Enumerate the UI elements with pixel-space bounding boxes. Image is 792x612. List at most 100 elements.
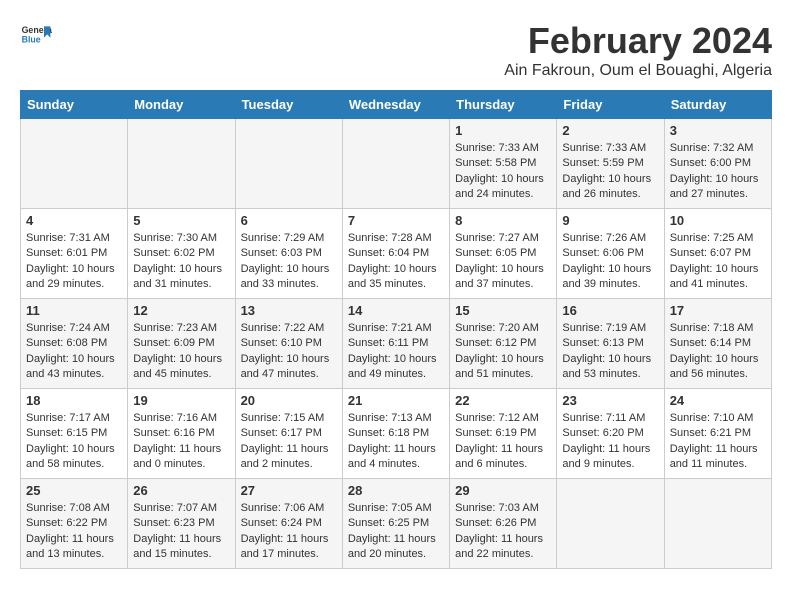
calendar-cell [21, 119, 128, 209]
header-saturday: Saturday [664, 91, 771, 119]
day-number: 10 [670, 213, 766, 228]
day-info: Sunrise: 7:19 AMSunset: 6:13 PMDaylight:… [562, 321, 658, 383]
day-number: 11 [26, 303, 122, 318]
calendar-cell: 5Sunrise: 7:30 AMSunset: 6:02 PMDaylight… [128, 209, 235, 299]
page-title: February 2024 [504, 20, 772, 62]
calendar-cell [128, 119, 235, 209]
day-info: Sunrise: 7:15 AMSunset: 6:17 PMDaylight:… [241, 411, 337, 473]
calendar-week-row: 11 Sunrise: 7:24 AMSunset: 6:08 PMDayligh… [21, 299, 772, 389]
calendar-cell: 18Sunrise: 7:17 AMSunset: 6:15 PMDayligh… [21, 389, 128, 479]
day-info: Sunrise: 7:11 AMSunset: 6:20 PMDaylight:… [562, 411, 658, 473]
day-info: Sunrise: 7:24 AMSunset: 6:08 PMDaylight:… [26, 321, 122, 383]
calendar-cell: 1 Sunrise: 7:33 AMSunset: 5:58 PMDaylight… [450, 119, 557, 209]
day-number: 15 [455, 303, 551, 318]
day-number: 24 [670, 393, 766, 408]
day-number: 19 [133, 393, 229, 408]
day-number: 29 [455, 483, 551, 498]
day-info: Sunrise: 7:27 AMSunset: 6:05 PMDaylight:… [455, 231, 551, 293]
calendar-week-row: 4 Sunrise: 7:31 AMSunset: 6:01 PMDaylight… [21, 209, 772, 299]
calendar-cell: 4 Sunrise: 7:31 AMSunset: 6:01 PMDaylight… [21, 209, 128, 299]
calendar-cell: 3 Sunrise: 7:32 AMSunset: 6:00 PMDaylight… [664, 119, 771, 209]
calendar-cell: 2Sunrise: 7:33 AMSunset: 5:59 PMDaylight… [557, 119, 664, 209]
header-tuesday: Tuesday [235, 91, 342, 119]
calendar-table: SundayMondayTuesdayWednesdayThursdayFrid… [20, 90, 772, 569]
day-number: 4 [26, 213, 122, 228]
calendar-cell: 11 Sunrise: 7:24 AMSunset: 6:08 PMDayligh… [21, 299, 128, 389]
calendar-header-row: SundayMondayTuesdayWednesdayThursdayFrid… [21, 91, 772, 119]
logo: General Blue [20, 20, 52, 52]
calendar-cell: 21Sunrise: 7:13 AMSunset: 6:18 PMDayligh… [342, 389, 449, 479]
day-number: 25 [26, 483, 122, 498]
header-friday: Friday [557, 91, 664, 119]
day-info: Sunrise: 7:31 AMSunset: 6:01 PMDaylight:… [26, 231, 122, 293]
day-info: Sunrise: 7:10 AMSunset: 6:21 PMDaylight:… [670, 411, 766, 473]
day-info: Sunrise: 7:26 AMSunset: 6:06 PMDaylight:… [562, 231, 658, 293]
day-info: Sunrise: 7:07 AMSunset: 6:23 PMDaylight:… [133, 501, 229, 563]
page-subtitle: Ain Fakroun, Oum el Bouaghi, Algeria [504, 62, 772, 80]
day-number: 5 [133, 213, 229, 228]
day-number: 7 [348, 213, 444, 228]
day-info: Sunrise: 7:05 AMSunset: 6:25 PMDaylight:… [348, 501, 444, 563]
calendar-cell [557, 479, 664, 569]
day-info: Sunrise: 7:33 AMSunset: 5:59 PMDaylight:… [562, 141, 658, 203]
calendar-cell: 7 Sunrise: 7:28 AMSunset: 6:04 PMDaylight… [342, 209, 449, 299]
calendar-cell: 14 Sunrise: 7:21 AMSunset: 6:11 PMDayligh… [342, 299, 449, 389]
day-info: Sunrise: 7:20 AMSunset: 6:12 PMDaylight:… [455, 321, 551, 383]
calendar-cell: 15 Sunrise: 7:20 AMSunset: 6:12 PMDayligh… [450, 299, 557, 389]
calendar-cell [664, 479, 771, 569]
calendar-cell: 16 Sunrise: 7:19 AMSunset: 6:13 PMDayligh… [557, 299, 664, 389]
calendar-cell: 6 Sunrise: 7:29 AMSunset: 6:03 PMDaylight… [235, 209, 342, 299]
day-number: 8 [455, 213, 551, 228]
day-number: 21 [348, 393, 444, 408]
calendar-week-row: 18Sunrise: 7:17 AMSunset: 6:15 PMDayligh… [21, 389, 772, 479]
day-number: 26 [133, 483, 229, 498]
day-number: 27 [241, 483, 337, 498]
day-number: 6 [241, 213, 337, 228]
day-number: 20 [241, 393, 337, 408]
day-info: Sunrise: 7:23 AMSunset: 6:09 PMDaylight:… [133, 321, 229, 383]
day-info: Sunrise: 7:12 AMSunset: 6:19 PMDaylight:… [455, 411, 551, 473]
calendar-cell: 17Sunrise: 7:18 AMSunset: 6:14 PMDayligh… [664, 299, 771, 389]
day-info: Sunrise: 7:32 AMSunset: 6:00 PMDaylight:… [670, 141, 766, 203]
day-info: Sunrise: 7:22 AMSunset: 6:10 PMDaylight:… [241, 321, 337, 383]
day-info: Sunrise: 7:18 AMSunset: 6:14 PMDaylight:… [670, 321, 766, 383]
calendar-cell: 24 Sunrise: 7:10 AMSunset: 6:21 PMDayligh… [664, 389, 771, 479]
day-number: 16 [562, 303, 658, 318]
calendar-cell: 26 Sunrise: 7:07 AMSunset: 6:23 PMDayligh… [128, 479, 235, 569]
header-monday: Monday [128, 91, 235, 119]
day-number: 3 [670, 123, 766, 138]
logo-icon: General Blue [20, 20, 52, 52]
day-info: Sunrise: 7:21 AMSunset: 6:11 PMDaylight:… [348, 321, 444, 383]
day-info: Sunrise: 7:28 AMSunset: 6:04 PMDaylight:… [348, 231, 444, 293]
day-number: 22 [455, 393, 551, 408]
day-number: 14 [348, 303, 444, 318]
calendar-cell: 19 Sunrise: 7:16 AMSunset: 6:16 PMDayligh… [128, 389, 235, 479]
day-info: Sunrise: 7:17 AMSunset: 6:15 PMDaylight:… [26, 411, 122, 473]
calendar-cell [342, 119, 449, 209]
calendar-cell: 22 Sunrise: 7:12 AMSunset: 6:19 PMDayligh… [450, 389, 557, 479]
day-number: 9 [562, 213, 658, 228]
calendar-cell: 13 Sunrise: 7:22 AMSunset: 6:10 PMDayligh… [235, 299, 342, 389]
calendar-cell: 9 Sunrise: 7:26 AMSunset: 6:06 PMDaylight… [557, 209, 664, 299]
day-number: 23 [562, 393, 658, 408]
calendar-cell: 12 Sunrise: 7:23 AMSunset: 6:09 PMDayligh… [128, 299, 235, 389]
day-info: Sunrise: 7:03 AMSunset: 6:26 PMDaylight:… [455, 501, 551, 563]
day-info: Sunrise: 7:33 AMSunset: 5:58 PMDaylight:… [455, 141, 551, 203]
title-area: February 2024 Ain Fakroun, Oum el Bouagh… [504, 20, 772, 80]
day-number: 13 [241, 303, 337, 318]
day-info: Sunrise: 7:16 AMSunset: 6:16 PMDaylight:… [133, 411, 229, 473]
page-header: General Blue February 2024 Ain Fakroun, … [20, 20, 772, 80]
day-info: Sunrise: 7:29 AMSunset: 6:03 PMDaylight:… [241, 231, 337, 293]
header-wednesday: Wednesday [342, 91, 449, 119]
day-info: Sunrise: 7:06 AMSunset: 6:24 PMDaylight:… [241, 501, 337, 563]
header-sunday: Sunday [21, 91, 128, 119]
calendar-cell: 23 Sunrise: 7:11 AMSunset: 6:20 PMDayligh… [557, 389, 664, 479]
calendar-week-row: 25Sunrise: 7:08 AMSunset: 6:22 PMDayligh… [21, 479, 772, 569]
calendar-cell [235, 119, 342, 209]
calendar-cell: 20 Sunrise: 7:15 AMSunset: 6:17 PMDayligh… [235, 389, 342, 479]
header-thursday: Thursday [450, 91, 557, 119]
day-number: 1 [455, 123, 551, 138]
calendar-week-row: 1 Sunrise: 7:33 AMSunset: 5:58 PMDaylight… [21, 119, 772, 209]
day-info: Sunrise: 7:25 AMSunset: 6:07 PMDaylight:… [670, 231, 766, 293]
day-number: 12 [133, 303, 229, 318]
